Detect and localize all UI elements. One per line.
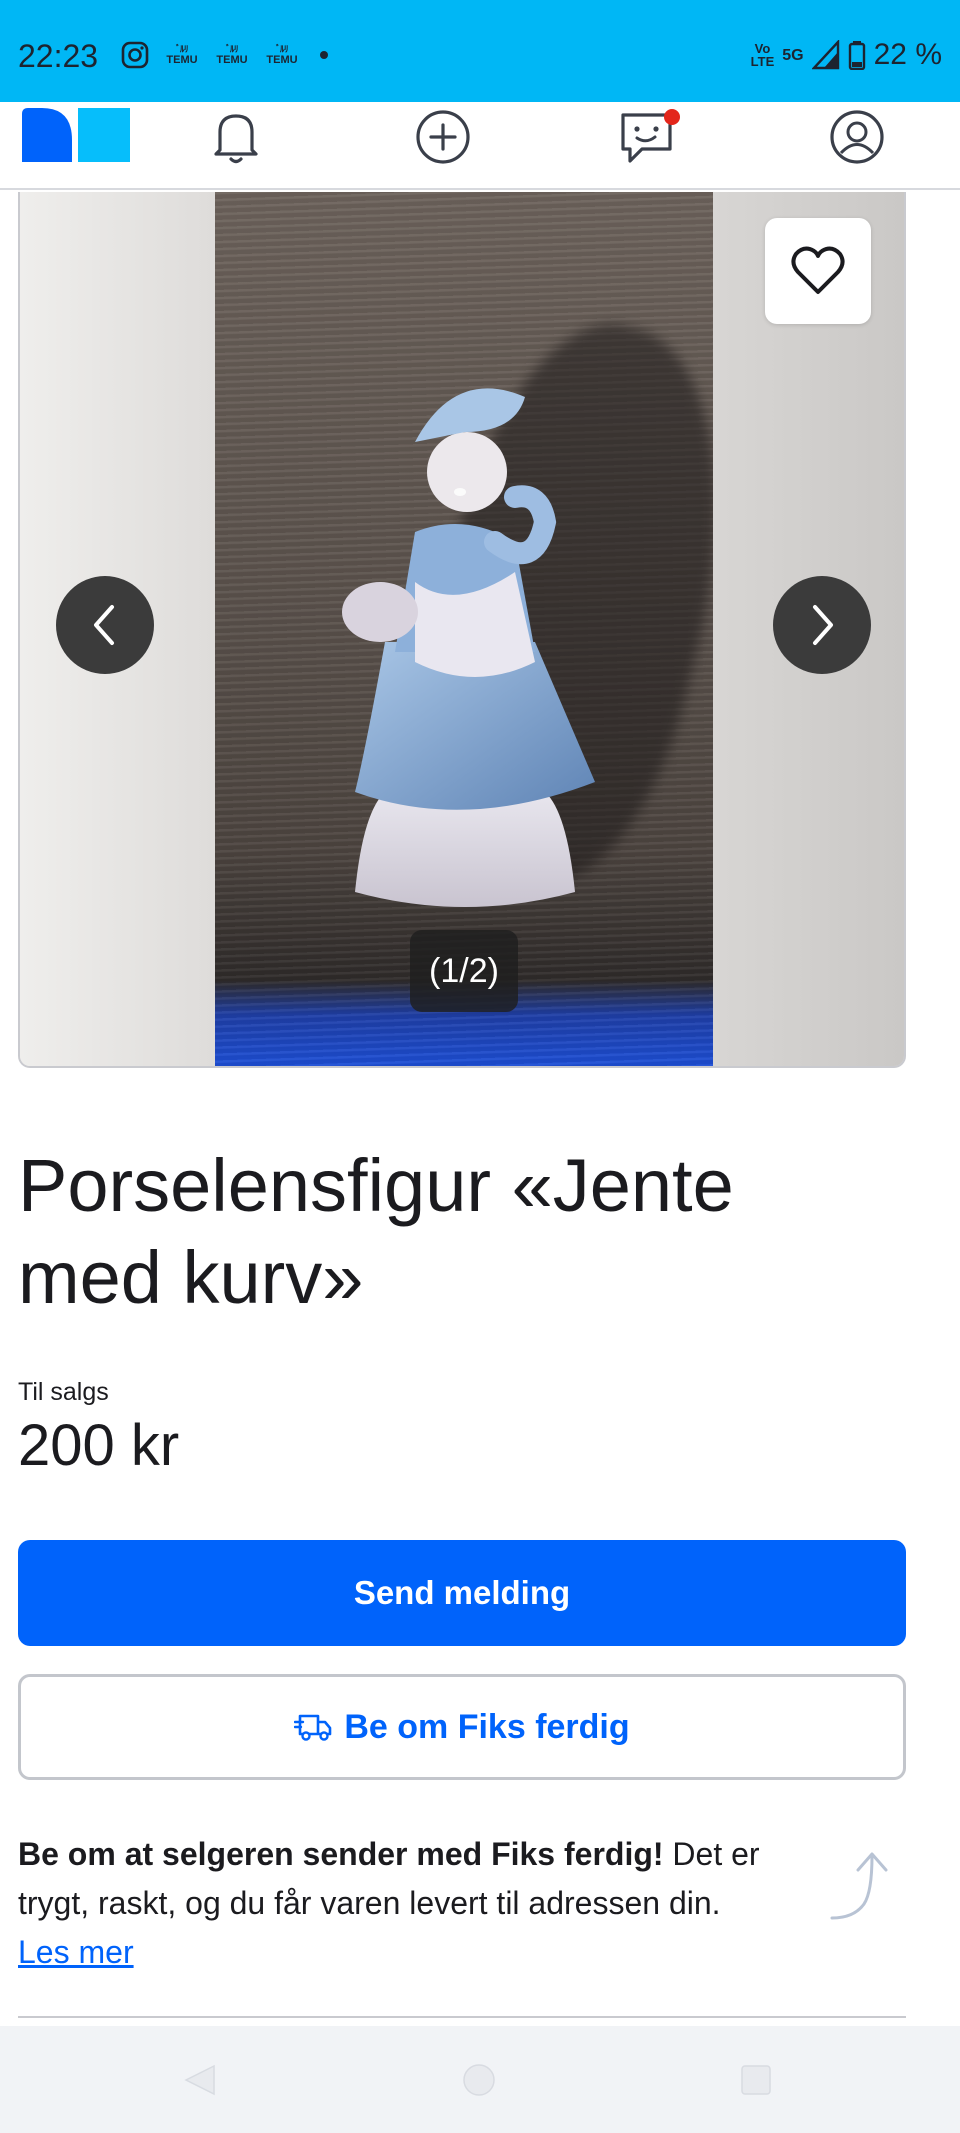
top-navigation <box>0 102 960 190</box>
temu-icon: ﾞﾙﾘ TEMU <box>216 44 248 66</box>
temu-icon: ﾞﾙﾘ TEMU <box>266 44 298 66</box>
status-system-icons: Vo LTE 5G 22 % <box>751 38 942 72</box>
home-nav-icon[interactable] <box>461 2062 497 2098</box>
volte-indicator: Vo LTE <box>750 41 775 69</box>
scroll-to-top-icon[interactable] <box>824 1846 904 1926</box>
heart-icon <box>791 246 845 294</box>
delivery-truck-icon <box>294 1714 332 1741</box>
fiks-ferdig-info-bold: Be om at selgeren sender med Fiks ferdig… <box>18 1836 664 1872</box>
fiks-ferdig-button[interactable]: Be om Fiks ferdig <box>18 1674 906 1780</box>
instagram-icon <box>121 41 149 69</box>
signal-icon <box>811 40 839 70</box>
fiks-ferdig-label: Be om Fiks ferdig <box>344 1707 630 1746</box>
add-listing-icon[interactable] <box>408 102 478 172</box>
temu-icon: ﾞﾙﾘ TEMU <box>166 44 198 66</box>
battery-percentage: 22 % <box>873 38 942 71</box>
unread-badge <box>664 109 680 125</box>
read-more-link[interactable]: Les mer <box>18 1934 134 1970</box>
status-time: 22:23 <box>18 38 99 74</box>
next-image-button[interactable] <box>773 576 871 674</box>
listing-title: Porselensfigur «Jente med kurv» <box>18 1144 734 1319</box>
network-5g-indicator: 5G <box>782 46 804 64</box>
image-carousel[interactable]: (1/2) <box>18 192 906 1068</box>
back-nav-icon[interactable] <box>182 2062 218 2098</box>
more-notifications-dot <box>320 51 328 59</box>
sale-type-label: Til salgs <box>18 1378 109 1406</box>
battery-icon <box>848 41 865 70</box>
status-notification-icons: ﾞﾙﾘ TEMU ﾞﾙﾘ TEMU ﾞﾙﾘ TEMU <box>120 40 328 70</box>
status-bar: 22:23 ﾞﾙﾘ TEMU ﾞﾙﾘ TEMU ﾞﾙﾘ TEMU Vo LTE 5G … <box>0 0 960 102</box>
notifications-icon[interactable] <box>201 102 271 172</box>
chevron-left-icon <box>94 605 114 645</box>
favorite-button[interactable] <box>765 218 871 324</box>
send-message-button[interactable]: Send melding <box>18 1540 906 1646</box>
messages-icon[interactable] <box>615 102 685 172</box>
recents-nav-icon[interactable] <box>738 2062 774 2098</box>
price: 200 kr <box>18 1413 180 1478</box>
finn-logo[interactable] <box>22 108 130 162</box>
android-navigation-bar <box>0 2026 960 2133</box>
profile-icon[interactable] <box>822 102 892 172</box>
previous-image-button[interactable] <box>56 576 154 674</box>
fiks-ferdig-info: Be om at selgeren sender med Fiks ferdig… <box>18 1830 818 1977</box>
section-divider <box>18 2016 906 2018</box>
chevron-right-icon <box>813 605 833 645</box>
image-counter: (1/2) <box>410 930 518 1012</box>
